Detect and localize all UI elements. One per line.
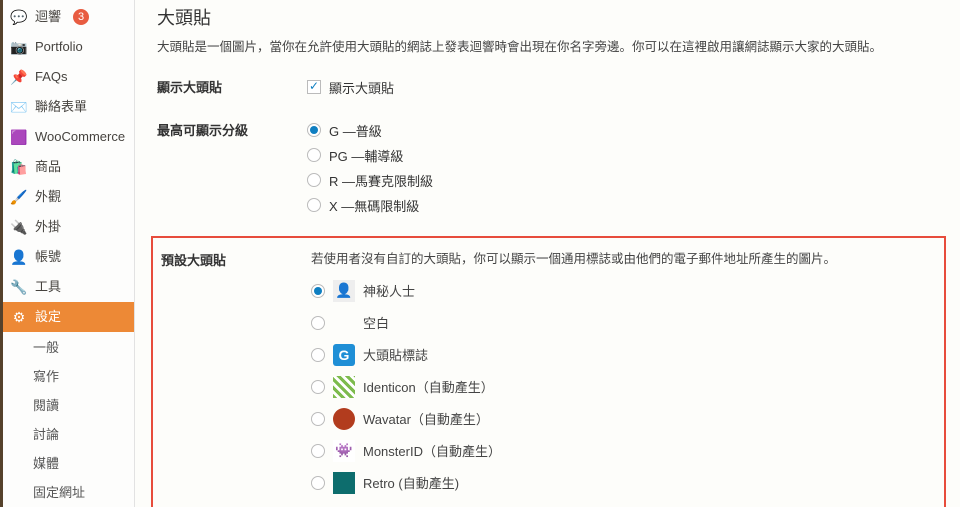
comment-icon: 💬 xyxy=(11,9,27,25)
sidebar-item-faqs[interactable]: 📌 FAQs xyxy=(3,62,134,92)
radio-icon xyxy=(311,316,325,330)
settings-sub-writing[interactable]: 寫作 xyxy=(13,361,134,390)
avatar-option-label: Retro (自動產生) xyxy=(363,473,459,492)
radio-icon xyxy=(311,412,325,426)
avatar-option-label: Wavatar（自動產生） xyxy=(363,409,489,428)
default-avatar-option-retro[interactable]: Retro (自動產生) xyxy=(311,467,936,499)
sidebar-item-label: 外觀 xyxy=(35,188,61,206)
sidebar-item-label: 商品 xyxy=(35,158,61,176)
comment-count-badge: 3 xyxy=(73,9,89,25)
gravatar-icon: G xyxy=(333,344,355,366)
sidebar-item-label: 工具 xyxy=(35,278,61,296)
row-default-avatar: 預設大頭貼 若使用者沒有自訂的大頭貼，你可以顯示一個通用標誌或由他們的電子郵件地… xyxy=(161,248,936,499)
sidebar-item-settings[interactable]: ⚙ 設定 xyxy=(3,302,134,332)
show-avatar-checkbox[interactable]: 顯示大頭貼 xyxy=(307,75,940,100)
blank-avatar-icon xyxy=(333,312,355,334)
camera-icon: 📷 xyxy=(11,39,27,55)
avatar-option-label: 大頭貼標誌 xyxy=(363,345,428,364)
sidebar-item-label: 聯絡表單 xyxy=(35,98,87,116)
default-avatar-option-blank[interactable]: 空白 xyxy=(311,307,936,339)
sidebar-item-label: 帳號 xyxy=(35,248,61,266)
identicon-icon xyxy=(333,376,355,398)
default-avatar-label: 預設大頭貼 xyxy=(161,248,311,269)
sidebar-item-label: 迴響 xyxy=(35,8,61,26)
rating-option-label: G —普級 xyxy=(329,121,382,140)
slider-icon: ⚙ xyxy=(11,309,27,325)
settings-sub-discussion[interactable]: 討論 xyxy=(13,419,134,448)
sidebar-item-portfolio[interactable]: 📷 Portfolio xyxy=(3,32,134,62)
settings-submenu: 一般 寫作 閱讀 討論 媒體 固定網址 xyxy=(3,332,134,506)
sidebar-item-users[interactable]: 👤 帳號 xyxy=(3,242,134,272)
sidebar-item-label: 外掛 xyxy=(35,218,61,236)
default-avatar-option-mystery[interactable]: 👤 神秘人士 xyxy=(311,275,936,307)
sidebar-item-plugins[interactable]: 🔌 外掛 xyxy=(3,212,134,242)
plug-icon: 🔌 xyxy=(11,219,27,235)
row-show-avatar: 顯示大頭貼 顯示大頭貼 xyxy=(157,75,940,100)
radio-icon xyxy=(311,348,325,362)
checkbox-icon xyxy=(307,80,321,94)
admin-sidebar: 💬 迴響 3 📷 Portfolio 📌 FAQs ✉️ 聯絡表單 🟪 WooC… xyxy=(0,0,135,507)
sidebar-item-woocommerce[interactable]: 🟪 WooCommerce xyxy=(3,122,134,152)
brush-icon: 🖌️ xyxy=(11,189,27,205)
settings-sub-reading[interactable]: 閱讀 xyxy=(13,390,134,419)
show-avatar-label: 顯示大頭貼 xyxy=(157,75,307,96)
avatar-option-label: Identicon（自動產生） xyxy=(363,377,494,396)
settings-sub-permalink[interactable]: 固定網址 xyxy=(13,477,134,506)
radio-icon xyxy=(311,444,325,458)
sidebar-item-comments[interactable]: 💬 迴響 3 xyxy=(3,2,134,32)
radio-icon xyxy=(307,173,321,187)
show-avatar-text: 顯示大頭貼 xyxy=(329,78,394,97)
settings-content: 大頭貼 大頭貼是一個圖片，當你在允許使用大頭貼的網誌上發表迴響時會出現在你名字旁… xyxy=(135,0,960,507)
rating-option-label: R —馬賽克限制級 xyxy=(329,171,433,190)
sidebar-item-label: 設定 xyxy=(35,308,61,326)
radio-icon xyxy=(307,148,321,162)
sidebar-item-label: Portfolio xyxy=(35,38,83,56)
radio-icon xyxy=(311,380,325,394)
sidebar-item-appearance[interactable]: 🖌️ 外觀 xyxy=(3,182,134,212)
sidebar-item-products[interactable]: 🛍️ 商品 xyxy=(3,152,134,182)
settings-sub-media[interactable]: 媒體 xyxy=(13,448,134,477)
default-avatar-hint: 若使用者沒有自訂的大頭貼，你可以顯示一個通用標誌或由他們的電子郵件地址所產生的圖… xyxy=(311,248,936,267)
mystery-avatar-icon: 👤 xyxy=(333,280,355,302)
rating-option-label: PG —輔導級 xyxy=(329,146,403,165)
radio-icon xyxy=(307,123,321,137)
wrench-icon: 🔧 xyxy=(11,279,27,295)
rating-option-pg[interactable]: PG —輔導級 xyxy=(307,143,940,168)
rating-option-g[interactable]: G —普級 xyxy=(307,118,940,143)
avatar-option-label: MonsterID（自動產生） xyxy=(363,441,501,460)
sidebar-item-tools[interactable]: 🔧 工具 xyxy=(3,272,134,302)
avatar-option-label: 空白 xyxy=(363,313,389,332)
radio-icon xyxy=(311,284,325,298)
sidebar-item-contact[interactable]: ✉️ 聯絡表單 xyxy=(3,92,134,122)
user-icon: 👤 xyxy=(11,249,27,265)
bag-icon: 🛍️ xyxy=(11,159,27,175)
section-heading: 大頭貼 xyxy=(157,4,940,30)
mail-icon: ✉️ xyxy=(11,99,27,115)
rating-option-label: X —無碼限制級 xyxy=(329,196,419,215)
rating-option-r[interactable]: R —馬賽克限制級 xyxy=(307,168,940,193)
sidebar-item-label: FAQs xyxy=(35,68,68,86)
default-avatar-option-identicon[interactable]: Identicon（自動產生） xyxy=(311,371,936,403)
retro-avatar-icon xyxy=(333,472,355,494)
woo-icon: 🟪 xyxy=(11,129,27,145)
default-avatar-option-wavatar[interactable]: Wavatar（自動產生） xyxy=(311,403,936,435)
rating-option-x[interactable]: X —無碼限制級 xyxy=(307,193,940,218)
wavatar-icon xyxy=(333,408,355,430)
sidebar-item-label: WooCommerce xyxy=(35,128,125,146)
row-max-rating: 最高可顯示分級 G —普級 PG —輔導級 R —馬賽克限制級 X —無碼限制級 xyxy=(157,118,940,218)
radio-icon xyxy=(307,198,321,212)
section-description: 大頭貼是一個圖片，當你在允許使用大頭貼的網誌上發表迴響時會出現在你名字旁邊。你可… xyxy=(157,38,940,57)
monsterid-icon: 👾 xyxy=(333,440,355,462)
max-rating-label: 最高可顯示分級 xyxy=(157,118,307,139)
radio-icon xyxy=(311,476,325,490)
pin-icon: 📌 xyxy=(11,69,27,85)
avatar-option-label: 神秘人士 xyxy=(363,281,415,300)
settings-sub-general[interactable]: 一般 xyxy=(13,332,134,361)
default-avatar-option-gravatar[interactable]: G 大頭貼標誌 xyxy=(311,339,936,371)
default-avatar-highlight: 預設大頭貼 若使用者沒有自訂的大頭貼，你可以顯示一個通用標誌或由他們的電子郵件地… xyxy=(151,236,946,507)
default-avatar-option-monsterid[interactable]: 👾 MonsterID（自動產生） xyxy=(311,435,936,467)
